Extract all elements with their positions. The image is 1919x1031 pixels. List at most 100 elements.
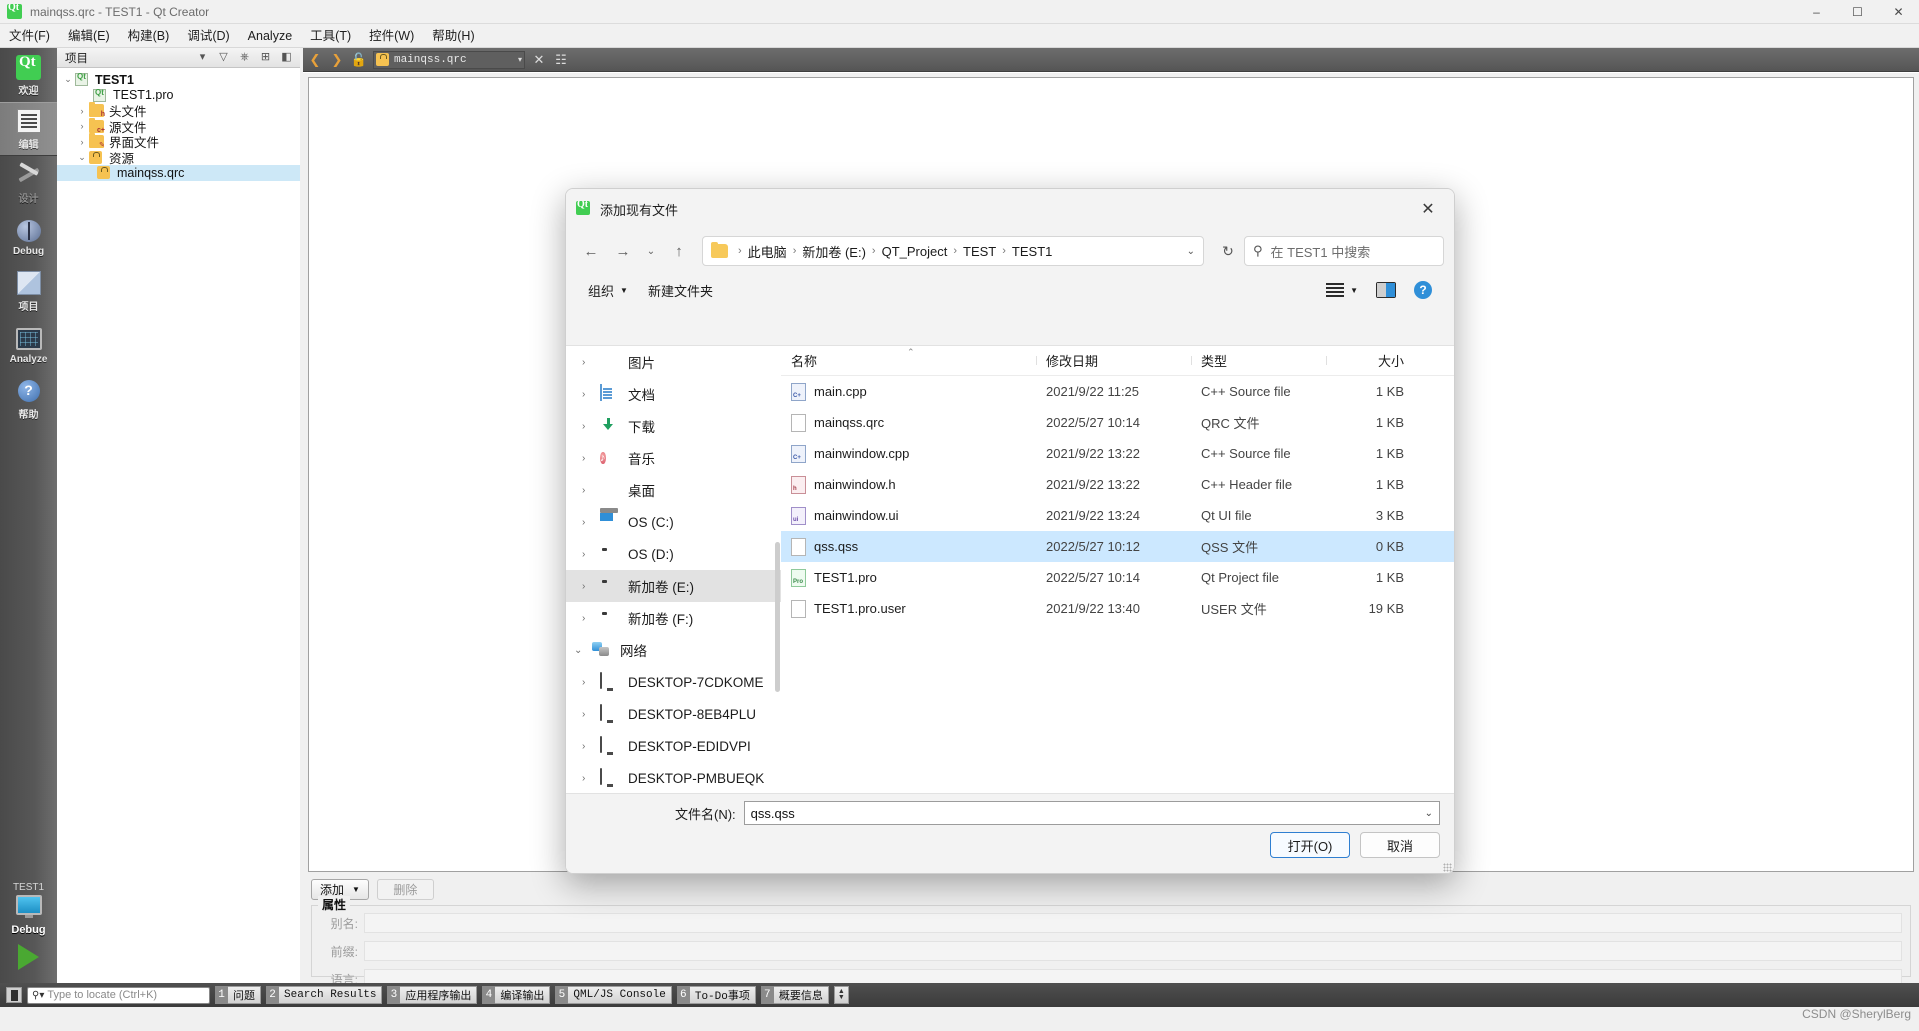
- menu-file[interactable]: 文件(F): [0, 25, 59, 47]
- breadcrumb[interactable]: › 此电脑 › 新加卷 (E:) › QT_Project › TEST › T…: [702, 236, 1204, 266]
- tree-item-mainqss-qrc[interactable]: mainqss.qrc: [57, 165, 300, 181]
- prefix-field[interactable]: [364, 941, 1902, 961]
- split-icon[interactable]: ⊞: [259, 51, 272, 64]
- file-row[interactable]: mainqss.qrc 2022/5/27 10:14 QRC 文件 1 KB: [781, 407, 1454, 438]
- chevron-right-icon[interactable]: ›: [582, 485, 600, 496]
- split-editor-icon[interactable]: ☷: [553, 52, 569, 68]
- nav-recent-locations-button[interactable]: ⌄: [640, 236, 662, 266]
- tree-item-sources[interactable]: › c+ 源文件: [57, 117, 300, 135]
- back-arrow-icon[interactable]: ❮: [307, 52, 323, 68]
- navpane-item-desktop-pmbueqk[interactable]: › DESKTOP-PMBUEQK: [566, 762, 781, 794]
- chevron-right-icon[interactable]: ›: [582, 677, 600, 688]
- file-row[interactable]: C+ mainwindow.cpp 2021/9/22 13:22 C++ So…: [781, 438, 1454, 469]
- view-mode-button[interactable]: ▼: [1318, 277, 1366, 303]
- navpane-item-pictures[interactable]: › 图片: [566, 346, 781, 378]
- tree-item-headers[interactable]: › h 头文件: [57, 102, 300, 119]
- chevron-right-icon[interactable]: ›: [582, 581, 600, 592]
- output-pane-qml-js-console[interactable]: 5 QML/JS Console: [555, 986, 672, 1004]
- mode-debug[interactable]: Debug: [0, 210, 57, 264]
- preview-pane-button[interactable]: [1368, 277, 1404, 303]
- output-pane-updown-button[interactable]: ▲ ▼: [833, 986, 849, 1004]
- menu-build[interactable]: 构建(B): [119, 25, 179, 47]
- navpane-item-os-c[interactable]: › OS (C:): [566, 506, 781, 538]
- output-pane-general-messages[interactable]: 7 概要信息: [760, 986, 829, 1004]
- breadcrumb-segment-4[interactable]: TEST1: [1012, 244, 1052, 259]
- mode-analyze[interactable]: Analyze: [0, 318, 57, 372]
- navpane-item-documents[interactable]: › 文档: [566, 378, 781, 410]
- toggle-sidebar-icon[interactable]: [6, 987, 22, 1003]
- tree-item-test1[interactable]: ⌄ TEST1: [57, 72, 300, 88]
- menu-debug[interactable]: 调试(D): [178, 25, 238, 47]
- output-pane-todo[interactable]: 6 To-Do事项: [676, 986, 756, 1004]
- chevron-right-icon[interactable]: ›: [75, 121, 89, 131]
- breadcrumb-segment-2[interactable]: QT_Project: [882, 244, 948, 259]
- chevron-down-icon[interactable]: ⌄: [1425, 808, 1433, 819]
- breadcrumb-segment-1[interactable]: 新加卷 (E:): [802, 242, 866, 261]
- menu-help[interactable]: 帮助(H): [423, 25, 483, 47]
- column-header-size[interactable]: 大小: [1326, 351, 1416, 370]
- new-folder-button[interactable]: 新建文件夹: [640, 277, 721, 303]
- menu-tools[interactable]: 工具(T): [301, 25, 360, 47]
- menu-window[interactable]: 控件(W): [360, 25, 423, 47]
- dialog-close-button[interactable]: ✕: [1412, 195, 1444, 223]
- breadcrumb-segment-3[interactable]: TEST: [963, 244, 996, 259]
- cancel-button[interactable]: 取消: [1360, 832, 1440, 858]
- pane-dropdown-icon[interactable]: ▾: [196, 51, 209, 64]
- chevron-right-icon[interactable]: ›: [582, 357, 600, 368]
- mode-design[interactable]: 设计: [0, 156, 57, 210]
- refresh-button[interactable]: ↻: [1214, 237, 1242, 265]
- chevron-down-icon[interactable]: ▾: [518, 55, 522, 65]
- resize-grip[interactable]: [1443, 863, 1452, 872]
- column-header-date[interactable]: 修改日期: [1036, 351, 1191, 370]
- nav-forward-button[interactable]: →: [608, 236, 638, 266]
- chevron-down-icon[interactable]: ⌄: [61, 74, 75, 85]
- tree-item-forms[interactable]: › ✎ 界面文件: [57, 133, 300, 150]
- link-icon[interactable]: ⎈: [238, 51, 251, 64]
- navpane-item-desktop-edidvpi[interactable]: › DESKTOP-EDIDVPI: [566, 730, 781, 762]
- navpane-item-os-d[interactable]: › OS (D:): [566, 538, 781, 570]
- remove-button[interactable]: 删除: [376, 879, 434, 900]
- file-row[interactable]: h mainwindow.h 2021/9/22 13:22 C++ Heade…: [781, 469, 1454, 500]
- navpane-item-volume-f[interactable]: › 新加卷 (F:): [566, 602, 781, 634]
- tree-item-resources[interactable]: ⌄ 资源: [57, 150, 300, 166]
- output-pane-compile-output[interactable]: 4 编译输出: [482, 986, 551, 1004]
- navpane-item-desktop-7cdkome[interactable]: › DESKTOP-7CDKOME: [566, 666, 781, 698]
- output-pane-issues[interactable]: 1 问题: [215, 986, 261, 1004]
- mode-projects[interactable]: 项目: [0, 264, 57, 318]
- open-documents-combo[interactable]: mainqss.qrc ▾: [373, 50, 525, 69]
- organize-button[interactable]: 组织 ▼: [580, 277, 636, 303]
- file-row[interactable]: qss.qss 2022/5/27 10:12 QSS 文件 0 KB: [781, 531, 1454, 562]
- chevron-down-icon[interactable]: ⌄: [574, 645, 592, 656]
- chevron-down-icon[interactable]: ⌄: [1187, 246, 1195, 257]
- search-input[interactable]: ⚲ 在 TEST1 中搜索: [1244, 236, 1444, 266]
- close-document-button[interactable]: ✕: [531, 52, 547, 68]
- mode-edit[interactable]: 编辑: [0, 102, 57, 156]
- chevron-right-icon[interactable]: ›: [582, 741, 600, 752]
- file-row[interactable]: TEST1.pro.user 2021/9/22 13:40 USER 文件 1…: [781, 593, 1454, 624]
- breadcrumb-segment-0[interactable]: 此电脑: [748, 242, 787, 261]
- maximize-button[interactable]: ☐: [1837, 0, 1878, 24]
- filter-icon[interactable]: ▽: [217, 51, 230, 64]
- menu-analyze[interactable]: Analyze: [239, 25, 301, 47]
- file-row[interactable]: Pro TEST1.pro 2022/5/27 10:14 Qt Project…: [781, 562, 1454, 593]
- chevron-down-icon[interactable]: ⌄: [75, 152, 89, 163]
- navpane-item-downloads[interactable]: › 下载: [566, 410, 781, 442]
- chevron-right-icon[interactable]: ›: [582, 613, 600, 624]
- minimize-button[interactable]: –: [1796, 0, 1837, 24]
- open-button[interactable]: 打开(O): [1270, 832, 1350, 858]
- dialog-help-button[interactable]: ?: [1406, 277, 1440, 303]
- locator-input[interactable]: ⚲▾ Type to locate (Ctrl+K): [27, 986, 210, 1004]
- column-header-name[interactable]: ⌃ 名称: [781, 347, 1036, 370]
- navpane-scrollbar[interactable]: [775, 542, 780, 692]
- unlocked-icon[interactable]: 🔓: [351, 52, 367, 68]
- mode-welcome[interactable]: 欢迎: [0, 48, 57, 102]
- nav-up-button[interactable]: ↑: [664, 236, 694, 266]
- chevron-right-icon[interactable]: ›: [582, 389, 600, 400]
- run-button[interactable]: [0, 936, 57, 977]
- nav-back-button[interactable]: ←: [576, 236, 606, 266]
- navpane-item-desktop[interactable]: › 桌面: [566, 474, 781, 506]
- navpane-item-network[interactable]: ⌄ 网络: [566, 634, 781, 666]
- chevron-right-icon[interactable]: ›: [582, 453, 600, 464]
- file-row[interactable]: C+ main.cpp 2021/9/22 11:25 C++ Source f…: [781, 376, 1454, 407]
- chevron-right-icon[interactable]: ›: [75, 106, 89, 116]
